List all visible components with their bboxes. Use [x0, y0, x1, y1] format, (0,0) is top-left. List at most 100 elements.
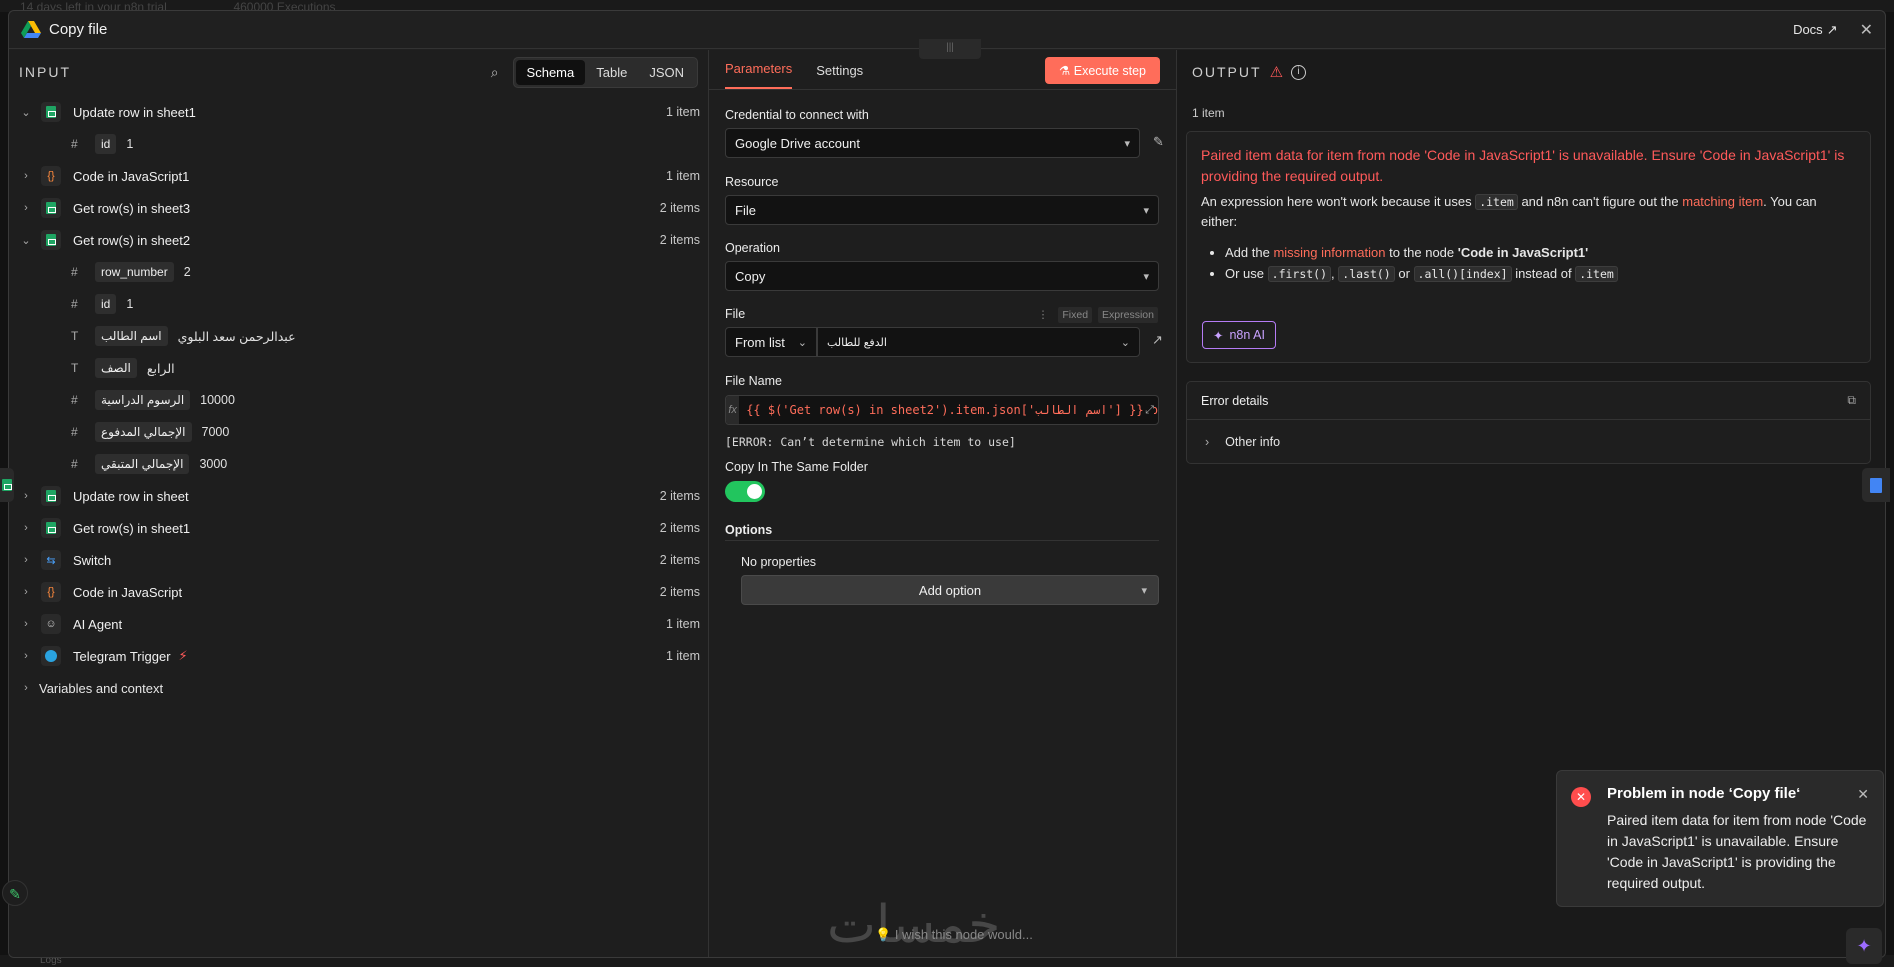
- field-row[interactable]: T اسم الطالب عبدالرحمن سعد البلوي: [9, 320, 708, 352]
- desc-text: An expression here won't work because it…: [1201, 194, 1472, 209]
- chevron-down-icon: ▾: [1143, 270, 1149, 283]
- chevron-right-icon[interactable]: ›: [19, 490, 33, 502]
- field-row[interactable]: # الإجمالي المدفوع 7000: [9, 416, 708, 448]
- node-reference: 'Code in JavaScript1': [1457, 245, 1589, 260]
- tree-node[interactable]: ⌄ Get row(s) in sheet2 2 items: [9, 224, 708, 256]
- close-icon[interactable]: ✕: [1857, 786, 1869, 803]
- docs-link[interactable]: Docs ↗: [1793, 22, 1838, 38]
- code-icon: {}: [41, 166, 61, 186]
- add-option-button[interactable]: Add option ▾: [741, 575, 1159, 605]
- tab-table[interactable]: Table: [585, 60, 638, 85]
- more-icon[interactable]: ⋮: [1034, 307, 1053, 323]
- credential-select[interactable]: Google Drive account ▾: [725, 128, 1140, 158]
- tree-node[interactable]: › ☺ AI Agent 1 item: [9, 608, 708, 640]
- expression-text[interactable]: {{ $('Get row(s) in sheet2').item.json['…: [746, 403, 1158, 417]
- execute-step-button[interactable]: ⚗ Execute step: [1045, 57, 1160, 84]
- fixed-option[interactable]: Fixed: [1058, 307, 1093, 323]
- field-key[interactable]: الإجمالي المدفوع: [95, 422, 192, 442]
- field-key[interactable]: اسم الطالب: [95, 326, 168, 346]
- other-info-row[interactable]: › Other info: [1187, 420, 1870, 464]
- suggestion-list: Add the missing information to the node …: [1225, 242, 1856, 285]
- field-row[interactable]: # id 1: [9, 128, 708, 160]
- chevron-right-icon[interactable]: ›: [19, 522, 33, 534]
- file-mode-value: From list: [735, 334, 785, 350]
- item-count: 2 items: [659, 553, 700, 567]
- tree-node[interactable]: ⌄ Update row in sheet1 1 item: [9, 96, 708, 128]
- expression-option[interactable]: Expression: [1098, 307, 1158, 323]
- chevron-right-icon[interactable]: ›: [19, 618, 33, 630]
- number-type-icon: #: [71, 297, 78, 311]
- tree-node[interactable]: › Telegram Trigger ⚡ 1 item: [9, 640, 708, 672]
- copy-icon[interactable]: ⧉: [1847, 393, 1856, 408]
- same-folder-label: Copy In The Same Folder: [725, 460, 868, 474]
- field-row[interactable]: # id 1: [9, 288, 708, 320]
- resource-select[interactable]: File ▾: [725, 195, 1159, 225]
- flask-icon: ⚗: [1059, 64, 1074, 78]
- tree-node[interactable]: › {} Code in JavaScript1 1 item: [9, 160, 708, 192]
- tree-node[interactable]: › Update row in sheet 2 items: [9, 480, 708, 512]
- field-row[interactable]: # الرسوم الدراسية 10000: [9, 384, 708, 416]
- same-folder-toggle[interactable]: [725, 481, 765, 502]
- operation-label: Operation: [725, 241, 780, 255]
- field-row[interactable]: # row_number 2: [9, 256, 708, 288]
- field-key[interactable]: الصف: [95, 358, 137, 378]
- toast-title: Problem in node ‘Copy file‘: [1607, 785, 1801, 802]
- field-key[interactable]: id: [95, 294, 117, 314]
- variables-context-row[interactable]: › Variables and context: [9, 672, 708, 704]
- field-key[interactable]: الإجمالي المتبقي: [95, 454, 190, 474]
- chevron-right-icon[interactable]: ›: [19, 586, 33, 598]
- chevron-right-icon[interactable]: ›: [19, 682, 33, 694]
- field-key[interactable]: id: [95, 134, 117, 154]
- chevron-right-icon[interactable]: ›: [19, 202, 33, 214]
- error-circle-icon: ✕: [1571, 787, 1591, 807]
- file-name-expression[interactable]: fx {{ $('Get row(s) in sheet2').item.jso…: [725, 395, 1159, 425]
- tab-parameters[interactable]: Parameters: [725, 61, 793, 89]
- open-external-icon[interactable]: ↗: [1152, 332, 1163, 348]
- tree-node[interactable]: › ⇆ Switch 2 items: [9, 544, 708, 576]
- chevron-down-icon[interactable]: ⌄: [19, 106, 33, 119]
- n8n-ai-button[interactable]: ✦ n8n AI: [1202, 321, 1276, 349]
- missing-information-link[interactable]: missing information: [1273, 245, 1385, 260]
- ai-assistant-icon[interactable]: ✦: [1846, 928, 1882, 964]
- sheets-icon: [41, 230, 61, 250]
- chevron-right-icon[interactable]: ›: [19, 554, 33, 566]
- item-count: 2 items: [659, 489, 700, 503]
- node-name: Switch: [73, 552, 112, 568]
- field-key[interactable]: الرسوم الدراسية: [95, 390, 191, 410]
- chevron-right-icon[interactable]: ›: [19, 170, 33, 182]
- tree-node[interactable]: › {} Code in JavaScript 2 items: [9, 576, 708, 608]
- operation-select[interactable]: Copy ▾: [725, 261, 1159, 291]
- file-select[interactable]: الدفع للطالب ⌄: [817, 327, 1140, 357]
- tab-json[interactable]: JSON: [638, 60, 695, 85]
- field-value: 3000: [199, 457, 228, 471]
- sheets-icon[interactable]: [0, 468, 14, 502]
- field-key[interactable]: row_number: [95, 262, 174, 282]
- output-title: OUTPUT: [1192, 64, 1262, 80]
- tree-node[interactable]: › Get row(s) in sheet3 2 items: [9, 192, 708, 224]
- field-row[interactable]: # الإجمالي المتبقي 3000: [9, 448, 708, 480]
- tree-node[interactable]: › Get row(s) in sheet1 2 items: [9, 512, 708, 544]
- edit-credential-icon[interactable]: ✎: [1153, 134, 1164, 150]
- chevron-right-icon[interactable]: ›: [19, 650, 33, 662]
- tab-schema[interactable]: Schema: [515, 59, 586, 85]
- text-type-icon: T: [71, 329, 79, 343]
- info-icon[interactable]: i: [1291, 64, 1307, 80]
- drag-handle[interactable]: |||: [919, 39, 981, 59]
- chevron-down-icon[interactable]: ⌄: [19, 234, 33, 247]
- pencil-icon[interactable]: ✎: [2, 880, 28, 906]
- google-docs-icon[interactable]: [1862, 468, 1890, 502]
- expand-icon[interactable]: ⤢: [1145, 403, 1154, 417]
- file-label: File: [725, 307, 746, 321]
- variables-label: Variables and context: [39, 680, 164, 696]
- wish-feedback-link[interactable]: 💡 I wish this node would...: [875, 927, 1033, 943]
- search-icon[interactable]: ⌕: [491, 64, 499, 81]
- tab-settings[interactable]: Settings: [816, 63, 863, 89]
- node-name: AI Agent: [73, 616, 123, 632]
- item-count: 1 item: [665, 105, 700, 119]
- number-type-icon: #: [71, 425, 78, 439]
- file-mode-select[interactable]: From list ⌄: [725, 327, 817, 357]
- matching-item-link[interactable]: matching item: [1682, 194, 1763, 209]
- item-count: 1 item: [665, 169, 700, 183]
- close-icon[interactable]: ✕: [1860, 20, 1873, 40]
- field-row[interactable]: T الصف الرابع: [9, 352, 708, 384]
